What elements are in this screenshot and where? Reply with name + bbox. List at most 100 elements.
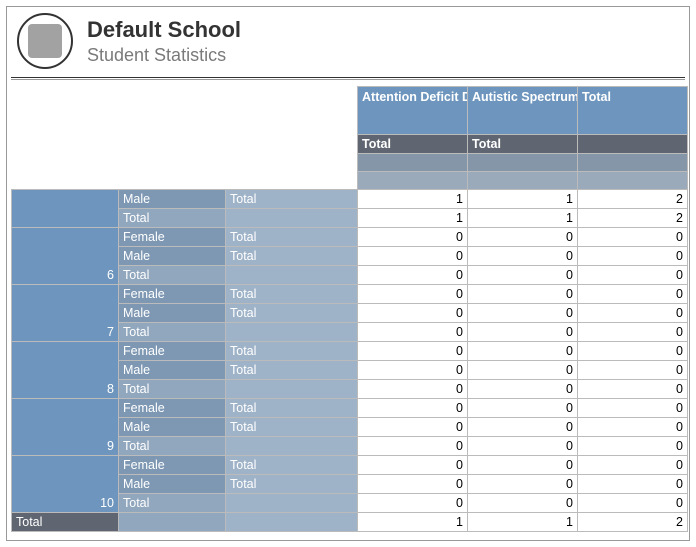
sub-cell: Total	[226, 456, 358, 475]
sub-cell	[226, 494, 358, 513]
value-cell: 0	[468, 399, 578, 418]
value-cell: 0	[358, 247, 468, 266]
table-row: 10FemaleTotal000	[12, 456, 688, 475]
gender-cell: Total	[119, 209, 226, 228]
value-cell: 0	[468, 361, 578, 380]
sub-cell: Total	[226, 190, 358, 209]
grand-total-label: Total	[12, 513, 119, 532]
value-cell: 1	[468, 190, 578, 209]
crest-icon	[28, 24, 62, 58]
gender-cell: Female	[119, 342, 226, 361]
value-cell: 0	[578, 266, 688, 285]
value-cell: 0	[468, 247, 578, 266]
sub-cell: Total	[226, 285, 358, 304]
value-cell: 0	[358, 304, 468, 323]
col-subheader	[578, 135, 688, 154]
gender-cell: Male	[119, 418, 226, 437]
report-frame: Default School Student Statistics Attent…	[6, 6, 690, 541]
gender-cell: Female	[119, 399, 226, 418]
value-cell: 0	[358, 475, 468, 494]
col-header: Attention Deficit Disorder	[358, 87, 468, 135]
sub-cell: Total	[226, 418, 358, 437]
value-cell: 0	[468, 494, 578, 513]
table-row: 8FemaleTotal000	[12, 342, 688, 361]
value-cell: 0	[578, 494, 688, 513]
group-key: 7	[12, 285, 119, 342]
stats-table: Attention Deficit Disorder Autistic Spec…	[11, 86, 688, 532]
blank	[119, 513, 226, 532]
value-cell: 1	[468, 513, 578, 532]
value-cell: 0	[358, 342, 468, 361]
value-cell: 0	[468, 266, 578, 285]
group-key: 8	[12, 342, 119, 399]
group-key	[12, 190, 119, 228]
header-filler	[578, 172, 688, 190]
value-cell: 1	[358, 209, 468, 228]
value-cell: 0	[578, 228, 688, 247]
school-logo-icon	[17, 13, 73, 69]
value-cell: 0	[468, 285, 578, 304]
gender-cell: Male	[119, 475, 226, 494]
sub-cell: Total	[226, 247, 358, 266]
value-cell: 0	[358, 361, 468, 380]
group-key: 9	[12, 399, 119, 456]
sub-cell	[226, 437, 358, 456]
sub-cell: Total	[226, 399, 358, 418]
gender-cell: Male	[119, 247, 226, 266]
value-cell: 2	[578, 190, 688, 209]
value-cell: 0	[358, 228, 468, 247]
report-header: Default School Student Statistics	[7, 7, 689, 73]
value-cell: 0	[468, 418, 578, 437]
value-cell: 0	[578, 361, 688, 380]
group-key: 10	[12, 456, 119, 513]
value-cell: 0	[578, 285, 688, 304]
sub-cell: Total	[226, 475, 358, 494]
value-cell: 0	[578, 456, 688, 475]
school-name: Default School	[87, 17, 241, 43]
header-filler	[468, 172, 578, 190]
value-cell: 0	[468, 342, 578, 361]
sub-cell	[226, 380, 358, 399]
value-cell: 0	[578, 247, 688, 266]
col-subheader: Total	[468, 135, 578, 154]
value-cell: 0	[468, 456, 578, 475]
value-cell: 0	[358, 399, 468, 418]
blank	[226, 513, 358, 532]
value-cell: 0	[578, 323, 688, 342]
header-spacer	[12, 87, 358, 190]
table-row: 7FemaleTotal000	[12, 285, 688, 304]
value-cell: 0	[358, 456, 468, 475]
value-cell: 1	[358, 190, 468, 209]
col-subheader: Total	[358, 135, 468, 154]
value-cell: 0	[578, 399, 688, 418]
group-key: 6	[12, 228, 119, 285]
sub-cell	[226, 323, 358, 342]
value-cell: 2	[578, 209, 688, 228]
sub-cell: Total	[226, 304, 358, 323]
value-cell: 0	[358, 494, 468, 513]
value-cell: 0	[468, 475, 578, 494]
table-header-row: Attention Deficit Disorder Autistic Spec…	[12, 87, 688, 135]
value-cell: 1	[358, 513, 468, 532]
value-cell: 0	[358, 285, 468, 304]
header-filler	[578, 154, 688, 172]
value-cell: 0	[358, 437, 468, 456]
sub-cell: Total	[226, 228, 358, 247]
gender-cell: Female	[119, 228, 226, 247]
gender-cell: Total	[119, 437, 226, 456]
value-cell: 0	[578, 380, 688, 399]
value-cell: 0	[358, 380, 468, 399]
divider	[11, 79, 685, 80]
gender-cell: Male	[119, 190, 226, 209]
value-cell: 0	[358, 266, 468, 285]
grand-total-row: Total 1 1 2	[12, 513, 688, 532]
col-header: Total	[578, 87, 688, 135]
value-cell: 0	[358, 418, 468, 437]
gender-cell: Total	[119, 323, 226, 342]
gender-cell: Total	[119, 494, 226, 513]
divider	[11, 77, 685, 78]
value-cell: 0	[468, 323, 578, 342]
value-cell: 0	[578, 475, 688, 494]
header-filler	[358, 172, 468, 190]
table-row: 6FemaleTotal000	[12, 228, 688, 247]
